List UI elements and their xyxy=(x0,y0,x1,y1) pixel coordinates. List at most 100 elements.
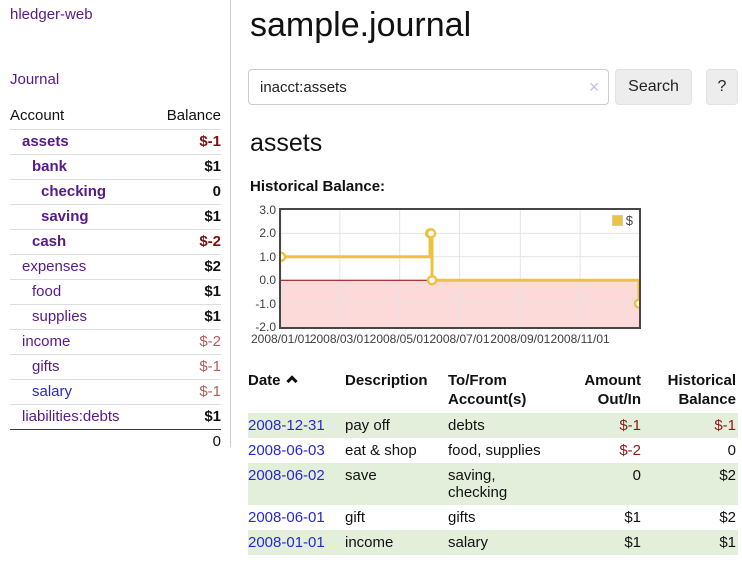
accounts-header-balance: Balance xyxy=(151,104,221,130)
account-balance: $1 xyxy=(151,155,221,180)
clear-search-icon[interactable]: ✕ xyxy=(588,78,600,96)
account-heading: assets xyxy=(250,129,738,157)
account-row: bank $1 xyxy=(10,155,221,180)
transaction-description: save xyxy=(345,463,448,505)
transaction-date-cell: 2008-06-01 xyxy=(248,505,345,530)
transaction-amount: $1 xyxy=(565,530,641,555)
account-row: saving $1 xyxy=(10,205,221,230)
y-axis: 3.02.01.00.0-1.0-2.0 xyxy=(248,203,276,333)
account-balance: 0 xyxy=(151,180,221,205)
account-link[interactable]: expenses xyxy=(10,258,86,275)
account-name-cell: assets xyxy=(10,130,151,155)
transaction-accounts: debts xyxy=(448,413,565,438)
account-balance: $1 xyxy=(151,280,221,305)
register-row: 2008-06-02 save saving, checking 0 $2 xyxy=(248,463,738,505)
account-balance: $-2 xyxy=(151,230,221,255)
x-axis-tick-label: 2008/09/01 xyxy=(490,332,550,346)
x-axis-tick-label: 2008/05/01 xyxy=(370,332,430,346)
help-button[interactable]: ? xyxy=(706,69,738,105)
register-table: Date Description To/From Account(s) Amou… xyxy=(248,369,738,555)
transaction-date-cell: 2008-06-03 xyxy=(248,438,345,463)
transaction-amount: $-1 xyxy=(565,413,641,438)
account-link[interactable]: supplies xyxy=(10,308,87,325)
transaction-description: income xyxy=(345,530,448,555)
account-row: cash $-2 xyxy=(10,230,221,255)
transaction-balance: 0 xyxy=(641,438,738,463)
search-input[interactable] xyxy=(248,69,609,105)
legend-color-swatch xyxy=(612,215,623,226)
chart-title: Historical Balance: xyxy=(250,178,738,195)
x-axis: 2008/01/012008/03/012008/05/012008/07/01… xyxy=(248,332,738,348)
account-balance: $1 xyxy=(151,205,221,230)
transaction-accounts: gifts xyxy=(448,505,565,530)
account-link[interactable]: cash xyxy=(10,233,66,250)
account-row: assets $-1 xyxy=(10,130,221,155)
transaction-balance: $2 xyxy=(641,463,738,505)
transaction-date-link[interactable]: 2008-06-01 xyxy=(248,509,325,526)
account-row: gifts $-1 xyxy=(10,355,221,380)
sort-ascending-icon[interactable] xyxy=(286,375,297,386)
account-link[interactable]: income xyxy=(10,333,70,350)
transaction-date-cell: 2008-12-31 xyxy=(248,413,345,438)
search-box: ✕ xyxy=(248,69,609,105)
x-axis-tick-label: 2008/01/01 xyxy=(251,332,311,346)
account-link[interactable]: liabilities:debts xyxy=(10,408,120,425)
main-content: sample.journal ✕ Search ? assets Histori… xyxy=(248,0,738,555)
account-name-cell: cash xyxy=(10,230,151,255)
transaction-accounts: food, supplies xyxy=(448,438,565,463)
account-link[interactable]: salary xyxy=(10,383,72,400)
account-name-cell: food xyxy=(10,280,151,305)
transaction-date-link[interactable]: 2008-06-02 xyxy=(248,467,325,484)
transaction-amount: 0 xyxy=(565,463,641,505)
register-header-row: Date Description To/From Account(s) Amou… xyxy=(248,369,738,413)
account-link[interactable]: assets xyxy=(10,133,69,150)
legend-label: $ xyxy=(626,214,633,227)
accounts-total-spacer xyxy=(10,430,151,454)
transaction-description: gift xyxy=(345,505,448,530)
account-name-cell: checking xyxy=(10,180,151,205)
transaction-amount: $1 xyxy=(565,505,641,530)
account-row: supplies $1 xyxy=(10,305,221,330)
account-link[interactable]: food xyxy=(10,283,61,300)
transaction-amount: $-2 xyxy=(565,438,641,463)
accounts-header-account: Account xyxy=(10,104,151,130)
account-row: food $1 xyxy=(10,280,221,305)
transaction-date-link[interactable]: 2008-06-03 xyxy=(248,442,325,459)
search-button[interactable]: Search xyxy=(615,69,692,105)
register-row: 2008-06-03 eat & shop food, supplies $-2… xyxy=(248,438,738,463)
account-link[interactable]: checking xyxy=(10,183,106,200)
account-link[interactable]: saving xyxy=(10,208,89,225)
search-bar: ✕ Search ? xyxy=(248,69,738,105)
account-balance: $1 xyxy=(151,405,221,430)
balance-chart[interactable]: 3.02.01.00.0-1.0-2.0 $ 2008/01/012008/03… xyxy=(248,203,738,351)
transaction-date-cell: 2008-01-01 xyxy=(248,530,345,555)
brand-link[interactable]: hledger-web xyxy=(10,6,93,23)
transaction-date-link[interactable]: 2008-12-31 xyxy=(248,417,325,434)
account-link[interactable]: gifts xyxy=(10,358,60,375)
register-header-description: Description xyxy=(345,369,448,413)
x-axis-tick-label: 2008/07/01 xyxy=(429,332,489,346)
account-row: salary $-1 xyxy=(10,380,221,405)
account-name-cell: liabilities:debts xyxy=(10,405,151,430)
sidebar-item-journal[interactable]: Journal xyxy=(10,71,221,88)
chart-canvas xyxy=(281,210,639,327)
sidebar: hledger-web Journal Account Balance asse… xyxy=(0,0,231,447)
register-row: 2008-06-01 gift gifts $1 $2 xyxy=(248,505,738,530)
accounts-table: Account Balance assets $-1 bank $1 check… xyxy=(10,104,221,453)
account-name-cell: expenses xyxy=(10,255,151,280)
accounts-total-value: 0 xyxy=(151,430,221,454)
x-axis-tick-label: 2008/03/01 xyxy=(310,332,370,346)
account-link[interactable]: bank xyxy=(10,158,67,175)
y-axis-tick-label: 2.0 xyxy=(248,225,276,241)
account-row: liabilities:debts $1 xyxy=(10,405,221,430)
account-balance: $2 xyxy=(151,255,221,280)
transaction-balance: $1 xyxy=(641,530,738,555)
y-axis-tick-label: 3.0 xyxy=(248,202,276,218)
transaction-date-cell: 2008-06-02 xyxy=(248,463,345,505)
transaction-description: pay off xyxy=(345,413,448,438)
register-header-balance: Historical Balance xyxy=(641,369,738,413)
register-header-date[interactable]: Date xyxy=(248,369,345,413)
transaction-date-link[interactable]: 2008-01-01 xyxy=(248,534,325,551)
register-header-accounts: To/From Account(s) xyxy=(448,369,565,413)
account-balance: $-1 xyxy=(151,380,221,405)
